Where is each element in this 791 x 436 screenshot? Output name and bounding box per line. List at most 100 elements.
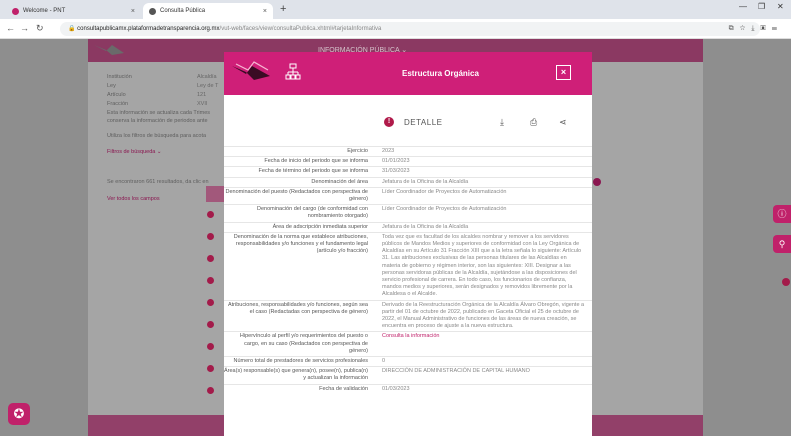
share-icon[interactable]: ⋖ <box>559 117 567 128</box>
minimize-button[interactable]: — <box>739 2 747 11</box>
tab-label: Welcome - PNT <box>23 8 66 14</box>
table-header <box>206 186 226 202</box>
detail-table: Ejercicio 2023 Fecha de inicio del periodo… <box>224 146 592 394</box>
maximize-button[interactable]: ❐ <box>758 2 765 11</box>
detail-row: Fecha de término del periodo que se info… <box>224 166 592 176</box>
detail-row-label: Área(s) responsable(s) que genera(n), po… <box>224 368 368 382</box>
detail-row: Área de adscripción inmediata superior Je… <box>224 221 592 232</box>
tab-label: Consulta Pública <box>160 8 206 14</box>
filter-hint: Utiliza los filtros de búsqueda para aco… <box>107 133 207 139</box>
info-side-button[interactable]: ⓘ <box>773 205 791 223</box>
detail-row-label: Hipervínculo al perfil y/o requerimiento… <box>239 333 368 354</box>
modal-title: Estructura Orgánica <box>402 69 479 78</box>
accessibility-icon[interactable]: ✪ <box>8 403 30 425</box>
detail-row-value: DIRECCIÓN DE ADMINISTRACIÓN DE CAPITAL H… <box>382 368 530 375</box>
browser-tab-bar: Welcome - PNT × Consulta Pública × + — ❐… <box>0 0 791 19</box>
detail-row-label: Número total de prestadores de servicios… <box>233 358 368 365</box>
detail-row-label: Denominación de la norma que establece a… <box>233 233 368 255</box>
detail-row: Número total de prestadores de servicios… <box>224 356 592 366</box>
toolbar-icons[interactable]: ⧉☆⤓▣☰ <box>729 25 783 33</box>
all-fields-link[interactable]: Ver todos los campos <box>107 196 160 202</box>
tab-consulta-publica[interactable]: Consulta Pública × <box>143 3 273 19</box>
slider-handle[interactable] <box>593 178 601 186</box>
back-icon[interactable]: ← <box>6 23 15 33</box>
url-input[interactable]: 🔒 consultapublicamx.plataformadetranspar… <box>60 22 760 36</box>
org-chart-icon <box>285 63 301 80</box>
row-info-icon[interactable] <box>207 211 214 218</box>
detail-row-value: 0 <box>382 358 386 365</box>
detail-row: Fecha de inicio del periodo que se infor… <box>224 156 592 166</box>
detail-row: Denominación del puesto (Redactados con … <box>224 186 592 204</box>
reload-icon[interactable]: ↻ <box>36 23 44 34</box>
detail-row-label: Fecha de término del periodo que se info… <box>258 168 368 175</box>
article-label: Artículo <box>107 92 126 98</box>
row-info-icon[interactable] <box>207 321 214 328</box>
institution-label: Institución <box>107 74 132 80</box>
row-info-icon[interactable] <box>207 233 214 240</box>
detail-row-label: Fecha de validación <box>319 385 368 392</box>
detail-row: Denominación del área Jefatura de la Ofic… <box>224 176 592 187</box>
close-tab-icon[interactable]: × <box>263 8 267 15</box>
detail-row-label: Ejercicio <box>347 148 368 154</box>
institution-value: Alcaldía <box>197 74 217 80</box>
fraction-label: Fracción <box>107 101 129 107</box>
download-icon[interactable]: ⤓ <box>500 117 504 128</box>
detail-row-label: Denominación del cargo (de conformidad c… <box>257 206 368 220</box>
detail-heading: ! DETALLE <box>384 117 442 127</box>
detail-row-label: Denominación del área <box>311 178 368 185</box>
notification-dot[interactable] <box>782 278 790 286</box>
pnt-logo-icon <box>232 61 270 80</box>
search-side-button[interactable]: ⚲ <box>773 235 791 253</box>
row-info-icon[interactable] <box>207 255 214 262</box>
filters-link[interactable]: Filtros de búsqueda ⌄ <box>107 149 161 155</box>
row-info-icon[interactable] <box>207 343 214 350</box>
forward-icon[interactable]: → <box>20 23 29 33</box>
row-info-icon[interactable] <box>207 365 214 372</box>
url-path: /vut-web/faces/view/consultaPublica.xhtm… <box>219 26 382 32</box>
detail-row: Atribuciones, responsabilidades y/o func… <box>224 299 592 332</box>
detail-row-value: 31/03/2023 <box>382 168 410 175</box>
detail-row-value: 01/03/2023 <box>382 385 410 392</box>
results-text: Se encontraron 661 resultados, da clic e… <box>107 179 209 185</box>
update-note-2: conserva la información de periodos ante <box>107 118 208 124</box>
detail-row-value: Jefatura de la Oficina de la Alcaldía <box>382 178 469 185</box>
detail-row-value: Derivado de la Reestructuración Orgánica… <box>382 301 585 330</box>
profile-link[interactable]: Consulta la información <box>374 332 586 356</box>
pnt-favicon-icon <box>12 7 19 15</box>
detail-row-label: Denominación del puesto (Redactados con … <box>225 188 368 203</box>
modal-header: Estructura Orgánica × <box>224 52 592 95</box>
new-tab-button[interactable]: + <box>280 3 286 15</box>
close-modal-button[interactable]: × <box>556 65 571 80</box>
close-tab-icon[interactable]: × <box>131 8 135 15</box>
print-icon[interactable]: ⎙ <box>530 117 537 128</box>
globe-favicon-icon <box>149 7 156 15</box>
detail-row-label: Área de adscripción inmediata superior <box>272 223 368 230</box>
detail-row: Fecha de validación 01/03/2023 <box>224 383 592 394</box>
detail-row-label: Atribuciones, responsabilidades y/o func… <box>227 301 368 315</box>
law-value: Ley de T <box>197 83 219 89</box>
detail-row: Ejercicio 2023 <box>224 146 592 156</box>
detail-row: Denominación del cargo (de conformidad c… <box>224 204 592 221</box>
row-info-icon[interactable] <box>207 277 214 284</box>
info-icon: ! <box>384 117 394 127</box>
fraction-value: XVII <box>197 101 208 107</box>
logo-icon <box>94 45 124 55</box>
update-note: Esta información se actualiza cada Trime… <box>107 110 211 116</box>
row-info-icon[interactable] <box>207 387 214 394</box>
article-value: 121 <box>197 92 207 98</box>
detail-row-value: 01/01/2023 <box>382 158 410 165</box>
detail-row-value: Líder Coordinador de Proyectos de Automa… <box>382 188 507 195</box>
detail-row-value: Jefatura de la Oficina de la Alcaldía <box>382 223 469 230</box>
detail-row-value: Toda vez que es facultad de los alcaldes… <box>382 233 582 298</box>
url-host: consultapublicamx.plataformadetransparen… <box>77 26 220 32</box>
close-window-button[interactable]: ✕ <box>777 2 784 11</box>
row-info-icon[interactable] <box>207 299 214 306</box>
address-bar: ← → ↻ 🔒 consultapublicamx.plataformadetr… <box>0 19 791 39</box>
detail-label: DETALLE <box>404 117 443 127</box>
detail-modal: Estructura Orgánica × ! DETALLE ⤓ ⎙ ⋖ Ej… <box>224 52 592 436</box>
law-label: Ley <box>107 83 116 89</box>
tab-welcome-pnt[interactable]: Welcome - PNT × <box>6 3 141 19</box>
detail-row-label: Fecha de inicio del periodo que se infor… <box>264 158 368 165</box>
detail-row-value: Líder Coordinador de Proyectos de Automa… <box>382 206 507 213</box>
detail-row: Denominación de la norma que establece a… <box>224 231 592 300</box>
